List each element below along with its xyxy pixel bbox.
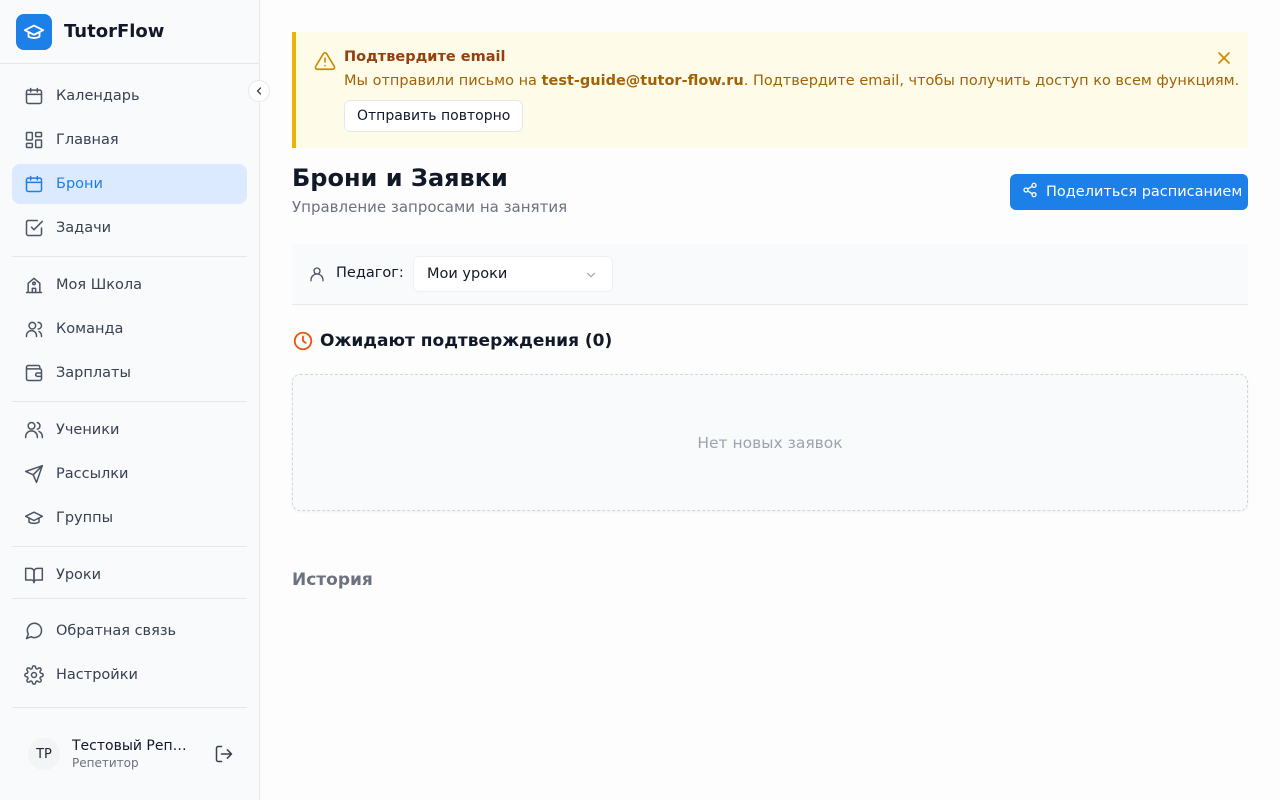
calendar-icon [24,174,44,194]
history-section-title: История [292,570,373,590]
calendar-icon [24,86,44,106]
book-icon [24,565,44,585]
app-name: TutorFlow [64,21,165,42]
teacher-filter-label: Педагог: [336,265,404,281]
clock-icon [292,330,314,352]
sidebar-item-mailings[interactable]: Рассылки [12,454,247,494]
chevron-down-icon [584,268,598,282]
send-icon [24,464,44,484]
graduation-cap-icon [16,13,52,50]
sidebar-item-students[interactable]: Ученики [12,410,247,450]
warning-icon [314,50,336,72]
logout-icon[interactable] [214,744,234,764]
sidebar-item-calendar[interactable]: Календарь [12,76,247,116]
sidebar-item-label: Календарь [56,88,140,104]
sidebar-item-tasks[interactable]: Задачи [12,208,247,248]
pending-section-title: Ожидают подтверждения (0) [292,330,612,352]
chevron-left-icon [256,87,262,95]
graduation-cap-icon [24,508,44,528]
divider [12,401,247,402]
share-schedule-label: Поделиться расписанием [1046,184,1243,200]
alert-email: test-guide@tutor-flow.ru [541,73,744,89]
sidebar-item-salaries[interactable]: Зарплаты [12,353,247,393]
divider [12,598,247,599]
sidebar-item-label: Обратная связь [56,623,177,639]
sidebar-item-label: Группы [56,510,114,526]
users-icon [24,420,44,440]
message-icon [24,621,44,641]
resend-button[interactable]: Отправить повторно [344,100,524,132]
sidebar-item-label: Ученики [56,422,120,438]
teacher-select-value: Мои уроки [427,266,508,282]
pending-empty-state: Нет новых заявок [292,374,1248,511]
page-subtitle: Управление запросами на занятия [292,198,568,216]
sidebar-item-team[interactable]: Команда [12,309,247,349]
sidebar: TutorFlow Календарь Главная Брони Задачи… [0,0,260,800]
sidebar-item-bookings[interactable]: Брони [12,164,247,204]
divider [12,546,247,547]
sidebar-item-groups[interactable]: Группы [12,498,247,538]
sidebar-item-school[interactable]: Моя Школа [12,265,247,305]
user-name: Тестовый Репетитор [72,738,192,754]
alert-title: Подтвердите email [344,49,506,65]
sidebar-item-label: Команда [56,321,124,337]
user-icon [308,265,326,283]
alert-message: Мы отправили письмо на test-guide@tutor-… [344,73,1239,89]
sidebar-item-settings[interactable]: Настройки [12,655,247,695]
teacher-select[interactable]: Мои уроки [413,256,613,292]
share-schedule-button[interactable]: Поделиться расписанием [1010,174,1248,210]
team-icon [24,319,44,339]
close-icon[interactable] [1214,48,1234,68]
dashboard-icon [24,130,44,150]
collapse-sidebar-button[interactable] [248,80,270,102]
sidebar-item-label: Главная [56,132,119,148]
divider [12,256,247,257]
alert-text-before: Мы отправили письмо на [344,73,542,89]
sidebar-item-label: Настройки [56,667,138,683]
sidebar-item-label: Зарплаты [56,365,131,381]
checkbox-icon [24,218,44,238]
brand[interactable]: TutorFlow [0,0,259,64]
wallet-icon [24,363,44,383]
school-icon [24,275,44,295]
gear-icon [24,665,44,685]
share-icon [1022,182,1038,202]
divider [12,707,247,708]
email-verification-alert: Подтвердите email Мы отправили письмо на… [292,32,1248,148]
sidebar-item-label: Брони [56,176,103,192]
sidebar-item-label: Уроки [56,567,102,583]
sidebar-item-label: Моя Школа [56,277,143,293]
avatar: ТР [28,738,60,770]
sidebar-item-feedback[interactable]: Обратная связь [12,611,247,651]
page-title: Брони и Заявки [292,164,508,192]
sidebar-item-label: Задачи [56,220,112,236]
filter-bar: Педагог: Мои уроки [292,244,1248,305]
sidebar-item-label: Рассылки [56,466,129,482]
user-role: Репетитор [72,756,139,770]
user-profile[interactable]: ТР Тестовый Репетитор Репетитор [28,736,238,772]
pending-title-text: Ожидают подтверждения (0) [320,331,613,351]
sidebar-item-lessons[interactable]: Уроки [12,555,247,595]
empty-state-text: Нет новых заявок [697,433,843,452]
sidebar-item-home[interactable]: Главная [12,120,247,160]
alert-text-after: . Подтвердите email, чтобы получить дост… [743,73,1240,89]
